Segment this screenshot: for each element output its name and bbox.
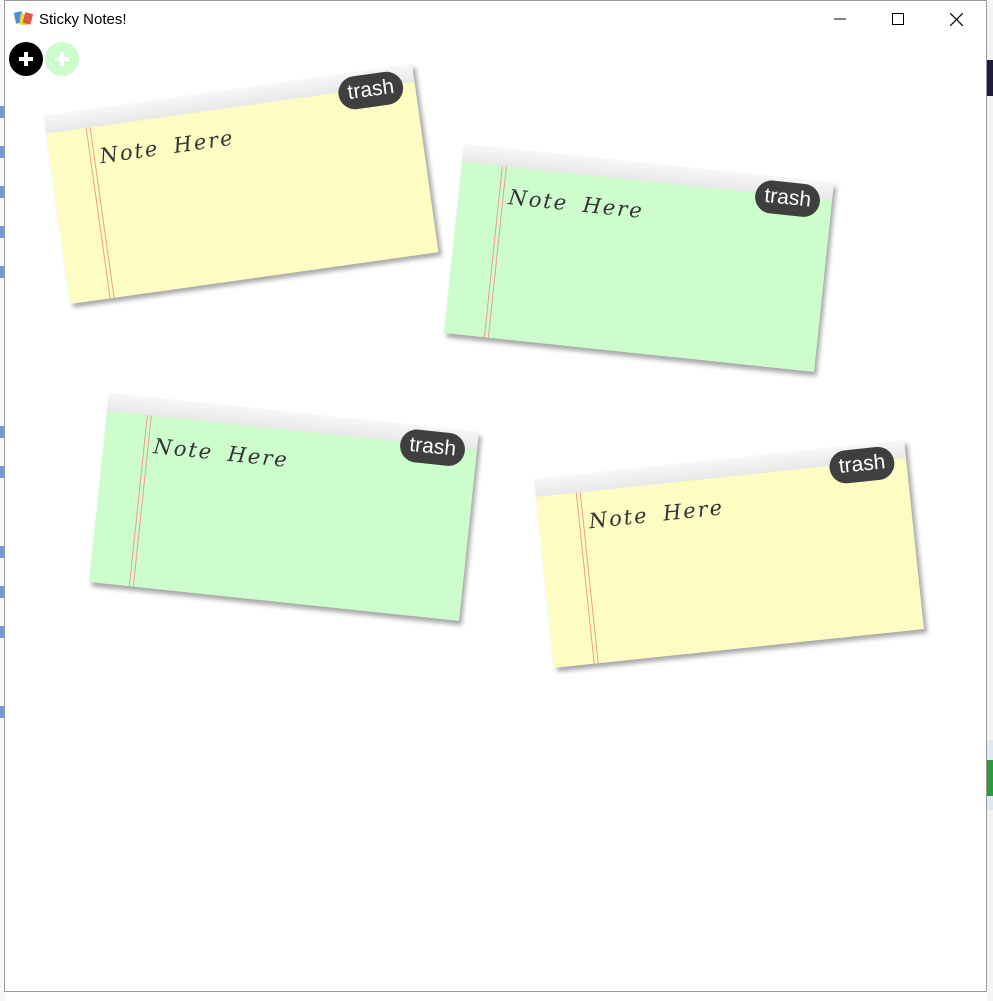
trash-button[interactable]: trash	[753, 178, 822, 219]
close-icon	[949, 12, 963, 26]
note-text[interactable]: Note Here	[152, 434, 290, 472]
title-bar[interactable]: Sticky Notes!	[5, 1, 986, 39]
trash-button[interactable]: trash	[398, 427, 467, 468]
sticky-note[interactable]: Note Here trash	[534, 440, 924, 668]
note-text[interactable]: Note Here	[98, 126, 236, 169]
maximize-button[interactable]	[869, 1, 927, 37]
note-margin-line	[128, 415, 152, 587]
note-text[interactable]: Note Here	[588, 495, 726, 533]
add-note-green-button[interactable]	[45, 42, 79, 76]
window-title: Sticky Notes!	[39, 11, 127, 28]
note-text[interactable]: Note Here	[507, 185, 645, 223]
background-app-right-edge	[987, 0, 993, 1001]
sticky-notes-window: Sticky Notes! Note Here trash Note Here …	[4, 0, 987, 992]
sticky-note[interactable]: Note Here trash	[444, 144, 834, 372]
maximize-icon	[892, 13, 904, 25]
add-note-black-button[interactable]	[9, 42, 43, 76]
minimize-button[interactable]	[811, 1, 869, 37]
close-button[interactable]	[927, 1, 985, 37]
plus-icon	[55, 52, 69, 66]
trash-button[interactable]: trash	[828, 445, 896, 485]
sticky-note[interactable]: Note Here trash	[43, 64, 439, 304]
sticky-note[interactable]: Note Here trash	[89, 393, 479, 621]
sticky-notes-app-icon	[14, 11, 34, 26]
minimize-icon	[834, 18, 846, 20]
plus-icon	[19, 52, 33, 66]
note-margin-line	[483, 166, 507, 338]
